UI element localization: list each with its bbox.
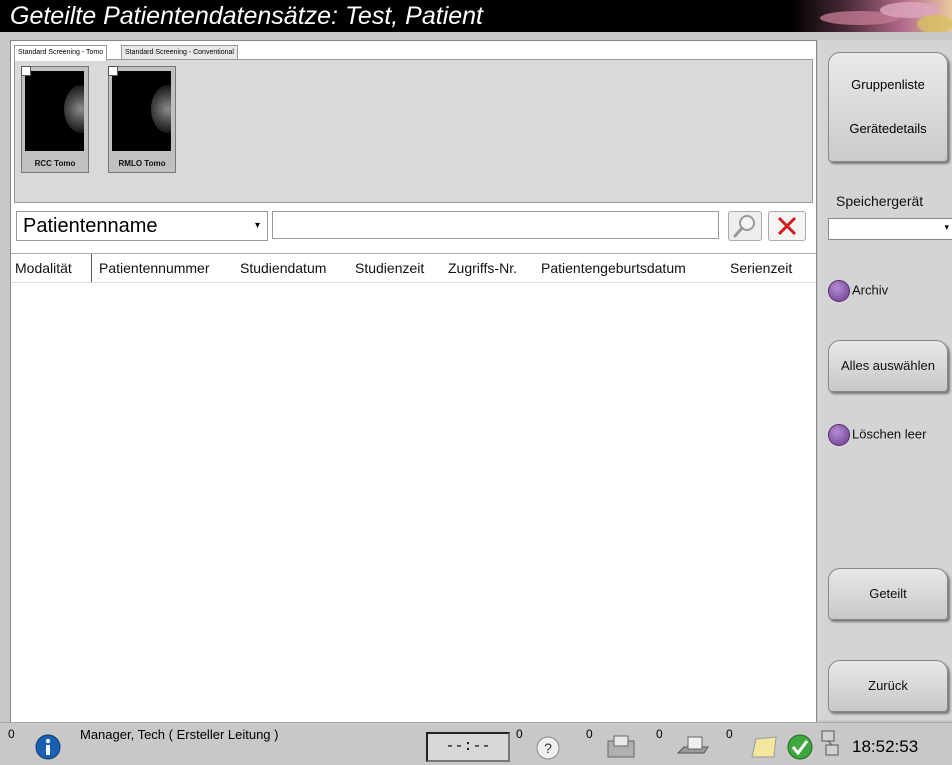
column-patientennummer[interactable]: Patientennummer [95, 254, 210, 282]
column-modalitaet[interactable]: Modalität [11, 254, 72, 282]
search-field-select[interactable]: Patientenname ▾ [16, 211, 268, 241]
notes-count: 0 [726, 727, 733, 741]
print-count: 0 [656, 727, 663, 741]
tab-standard-screening-tomo[interactable]: Standard Screening - Tomo [14, 45, 108, 61]
group-button-panel: Gruppenliste Gerätedetails [828, 52, 948, 162]
current-user: Manager, Tech ( Ersteller Leitung ) [80, 727, 279, 742]
select-all-button[interactable]: Alles auswählen [828, 340, 948, 392]
thumbnail-rmlo-tomo[interactable]: RMLO Tomo [108, 66, 176, 173]
search-input[interactable] [272, 211, 719, 239]
chevron-down-icon: ▾ [255, 220, 261, 231]
radio-indicator [828, 280, 850, 302]
storage-device-label: Speichergerät [836, 193, 924, 209]
help-count: 0 [516, 727, 523, 741]
patient-table: Modalität Patientennummer Studiendatum S… [11, 253, 816, 722]
title-bar: Geteilte Patientendatensätze: Test, Pati… [0, 0, 952, 32]
search-button[interactable] [728, 211, 762, 241]
thumbnail-rcc-tomo[interactable]: RCC Tomo [21, 66, 89, 173]
thumbnail-image [112, 71, 171, 151]
thumbnail-image [25, 71, 84, 151]
status-ok-icon[interactable] [786, 733, 814, 761]
group-list-button[interactable]: Gruppenliste [829, 77, 947, 92]
column-studiendatum[interactable]: Studiendatum [236, 254, 326, 282]
timer-display: --:-- [426, 732, 510, 762]
thumbnail-pane: RCC Tomo RMLO Tomo [14, 59, 813, 203]
search-field-value: Patientenname [23, 215, 158, 237]
printer-icon[interactable] [674, 733, 710, 761]
magnifier-icon [733, 215, 755, 238]
delete-empty-label: Löschen leer [852, 426, 927, 442]
table-header: Modalität Patientennummer Studiendatum S… [11, 254, 816, 283]
delete-empty-radio[interactable]: Löschen leer [828, 424, 926, 446]
output-icon[interactable] [604, 733, 638, 761]
column-serienzeit[interactable]: Serienzeit [726, 254, 792, 282]
help-icon[interactable]: ? [535, 735, 561, 761]
column-zugriffs-nr[interactable]: Zugriffs-Nr. [444, 254, 517, 282]
back-button[interactable]: Zurück [828, 660, 948, 712]
tab-standard-screening-conventional[interactable]: Standard Screening - Conventional [121, 45, 238, 60]
column-resize-handle[interactable] [91, 254, 92, 282]
clock: 18:52:53 [852, 737, 919, 756]
patient-records-panel: Standard Screening - Tomo Standard Scree… [10, 40, 817, 722]
right-sidebar: Gruppenliste Gerätedetails Speichergerät… [818, 40, 952, 720]
shared-button[interactable]: Geteilt [828, 568, 948, 620]
thumbnail-checkbox[interactable] [108, 66, 118, 76]
network-icon[interactable] [818, 729, 842, 759]
thumbnail-label: RCC Tomo [34, 159, 76, 168]
window-title: Geteilte Patientendatensätze: Test, Pati… [10, 2, 483, 30]
storage-device-select[interactable]: ▾ [828, 218, 952, 240]
radio-indicator [828, 424, 850, 446]
flower-banner-image [790, 0, 952, 32]
notes-icon[interactable] [746, 733, 780, 761]
device-details-button[interactable]: Gerätedetails [829, 121, 947, 136]
column-studienzeit[interactable]: Studienzeit [351, 254, 424, 282]
status-bar: 0 Manager, Tech ( Ersteller Leitung ) --… [0, 722, 952, 765]
archive-label: Archiv [852, 282, 889, 298]
info-count: 0 [8, 727, 15, 741]
clear-button[interactable] [768, 211, 806, 241]
svg-text:?: ? [544, 740, 552, 756]
archive-radio[interactable]: Archiv [828, 280, 888, 302]
column-patientengeburtsdatum[interactable]: Patientengeburtsdatum [537, 254, 686, 282]
search-row: Patientenname ▾ [16, 209, 811, 241]
info-icon[interactable] [34, 733, 62, 761]
thumbnail-checkbox[interactable] [21, 66, 31, 76]
output-count: 0 [586, 727, 593, 741]
red-x-icon [777, 216, 797, 236]
chevron-down-icon: ▾ [944, 222, 949, 232]
thumbnail-label: RMLO Tomo [118, 159, 166, 168]
